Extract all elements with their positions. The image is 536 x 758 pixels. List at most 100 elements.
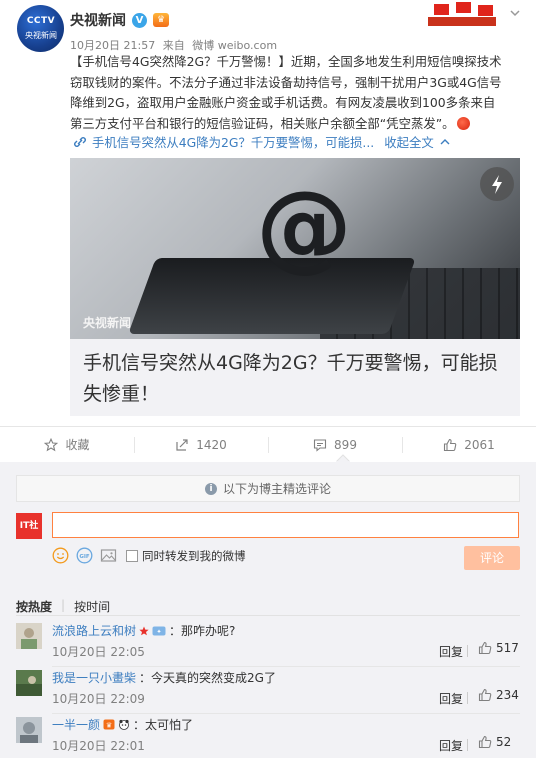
my-avatar[interactable]: IT社 — [16, 513, 42, 539]
thumbs-up-icon — [478, 641, 492, 655]
collapse-link[interactable]: 收起全文 — [384, 133, 434, 151]
like-button[interactable]: 2061 — [402, 427, 536, 463]
notice-text: 以下为博主精选评论 — [222, 482, 331, 496]
lightning-icon[interactable] — [480, 167, 514, 201]
thumbs-up-icon — [444, 438, 457, 451]
comment-line: 我是一只小畫柴 ：今天真的突然变成2G了 — [52, 669, 276, 686]
divider — [467, 645, 468, 657]
image-icon[interactable] — [100, 547, 117, 564]
divider — [16, 615, 520, 616]
comment-item: 我是一只小畫柴 ：今天真的突然变成2G了 10月20日 22:09 回复 234 — [0, 667, 536, 714]
comment-like-button[interactable]: 234 — [478, 688, 519, 702]
comment-text: ：今天真的突然变成2G了 — [139, 671, 276, 685]
author-row: 央视新闻 V ♛ — [70, 10, 169, 30]
repost-button[interactable]: 1420 — [134, 427, 268, 463]
comment-icon — [313, 438, 327, 452]
tab-sort-time[interactable]: 按时间 — [74, 598, 110, 615]
chevron-down-icon[interactable] — [508, 6, 522, 20]
favorite-label: 收藏 — [65, 438, 90, 452]
emoji-icon[interactable] — [52, 547, 69, 564]
post-source[interactable]: 微博 weibo.com — [192, 39, 277, 52]
post-body-text: 【手机信号4G突然降2G？千万警惕！】近期，全国多地发生利用短信嗅探技术 窃取钱… — [70, 54, 502, 131]
comment-like-count: 234 — [496, 688, 519, 702]
comment-text: ：那咋办呢? — [169, 624, 236, 638]
article-title[interactable]: 手机信号突然从4G降为2G？千万要警惕，可能损失惨重！ — [83, 348, 508, 410]
repost-toggle[interactable]: 同时转发到我的微博 — [126, 548, 246, 564]
source-prefix: 来自 — [162, 39, 185, 52]
reply-button[interactable]: 回复 — [439, 643, 463, 660]
svg-text:GIF: GIF — [79, 554, 90, 560]
comment-item: 一半一颜 ♛ ：太可怕了 10月20日 22:01 回复 52 — [0, 714, 536, 758]
emoji-icon — [456, 116, 470, 130]
vip-icon: ♛ — [153, 13, 169, 27]
post-body: 【手机信号4G突然降2G？千万警惕！】近期，全国多地发生利用短信嗅探技术 窃取钱… — [70, 52, 525, 134]
comment-count: 899 — [334, 437, 357, 452]
tab-separator: | — [61, 598, 66, 612]
panda-badge-icon — [119, 719, 129, 730]
star-icon — [44, 437, 59, 451]
like-count: 2061 — [464, 437, 495, 452]
tab-sort-hot[interactable]: 按热度 — [16, 598, 52, 615]
commenter-name[interactable]: 一半一颜 — [52, 716, 100, 733]
divider — [467, 739, 468, 751]
gif-icon[interactable]: GIF — [76, 547, 93, 564]
comment-item: 流浪路上云和树 ✦ ：那咋办呢? 10月20日 22:05 回复 517 — [0, 620, 536, 667]
comment-button[interactable]: 899 — [268, 427, 402, 463]
thumbs-up-icon — [478, 688, 492, 702]
favorite-button[interactable]: 收藏 — [0, 427, 134, 463]
info-icon: i — [204, 482, 217, 495]
post-meta: 10月20日 21:57 来自 微博 weibo.com — [70, 37, 281, 53]
repost-toggle-label: 同时转发到我的微博 — [142, 548, 246, 563]
at-sign-image-mark: @ — [256, 170, 352, 282]
caret-up-icon — [336, 454, 350, 462]
comment-like-button[interactable]: 52 — [478, 735, 511, 749]
selected-comments-notice: i 以下为博主精选评论 — [16, 475, 520, 502]
thumbs-up-icon — [478, 735, 492, 749]
sort-tabs: 按热度 | 按时间 — [16, 598, 110, 615]
avatar-logo-text: CCTV — [26, 16, 56, 26]
weibo-post: CCTV 央视新闻 央视新闻 V ♛ 10月20日 21:57 来自 微博 we… — [0, 0, 536, 426]
commenter-avatar[interactable] — [16, 623, 42, 649]
decoration-banner-icon — [428, 0, 496, 26]
commenter-name[interactable]: 我是一只小畫柴 — [52, 669, 136, 686]
comments-section: i 以下为博主精选评论 IT社 GIF 同时转发到我的微博 评论 按热度 | 按… — [0, 462, 536, 758]
reply-button[interactable]: 回复 — [439, 690, 463, 707]
image-watermark: 央视新闻 — [83, 316, 132, 330]
repost-count: 1420 — [196, 437, 227, 452]
divider — [467, 692, 468, 704]
svg-text:♛: ♛ — [106, 722, 112, 730]
comment-time: 10月20日 22:05 — [52, 645, 145, 659]
article-image[interactable]: @ 央视新闻 — [70, 158, 520, 339]
action-bar: 收藏 1420 899 2061 — [0, 426, 536, 462]
commenter-avatar[interactable] — [16, 670, 42, 696]
vip-badge-icon: ♛ — [103, 719, 115, 730]
repost-checkbox[interactable] — [126, 549, 138, 562]
comment-like-count: 517 — [496, 641, 519, 655]
star-badge-icon — [139, 626, 149, 635]
comment-like-count: 52 — [496, 735, 512, 749]
avatar-logo-subtext: 央视新闻 — [25, 31, 57, 40]
verified-icon: V — [132, 12, 147, 28]
comment-line: 一半一颜 ♛ ：太可怕了 — [52, 716, 193, 733]
comment-line: 流浪路上云和树 ✦ ：那咋办呢? — [52, 622, 235, 639]
link-icon — [74, 137, 86, 147]
member-badge-icon: ✦ — [152, 626, 166, 635]
svg-text:✦: ✦ — [157, 628, 162, 635]
repost-icon — [176, 438, 188, 451]
commenter-avatar[interactable] — [16, 717, 42, 743]
comment-text: ：太可怕了 — [133, 718, 194, 732]
commenter-name[interactable]: 流浪路上云和树 — [52, 622, 136, 639]
comment-like-button[interactable]: 517 — [478, 641, 519, 655]
submit-comment-button[interactable]: 评论 — [464, 546, 520, 570]
article-card[interactable]: @ 央视新闻 手机信号突然从4G降为2G？千万要警惕，可能损失惨重！ — [70, 158, 520, 416]
post-link-row: 手机信号突然从4G降为2G？千万要警惕，可能损... 收起全文 — [72, 133, 451, 151]
comment-time: 10月20日 22:01 — [52, 739, 145, 753]
author-avatar[interactable]: CCTV 央视新闻 — [17, 5, 64, 52]
reply-button[interactable]: 回复 — [439, 737, 463, 754]
comment-tools: GIF 同时转发到我的微博 — [52, 547, 246, 564]
post-time[interactable]: 10月20日 21:57 — [70, 39, 155, 52]
comment-input[interactable] — [52, 512, 519, 538]
chevron-up-icon[interactable] — [439, 138, 451, 146]
article-link[interactable]: 手机信号突然从4G降为2G？千万要警惕，可能损... — [92, 133, 374, 151]
author-name[interactable]: 央视新闻 — [70, 10, 126, 30]
